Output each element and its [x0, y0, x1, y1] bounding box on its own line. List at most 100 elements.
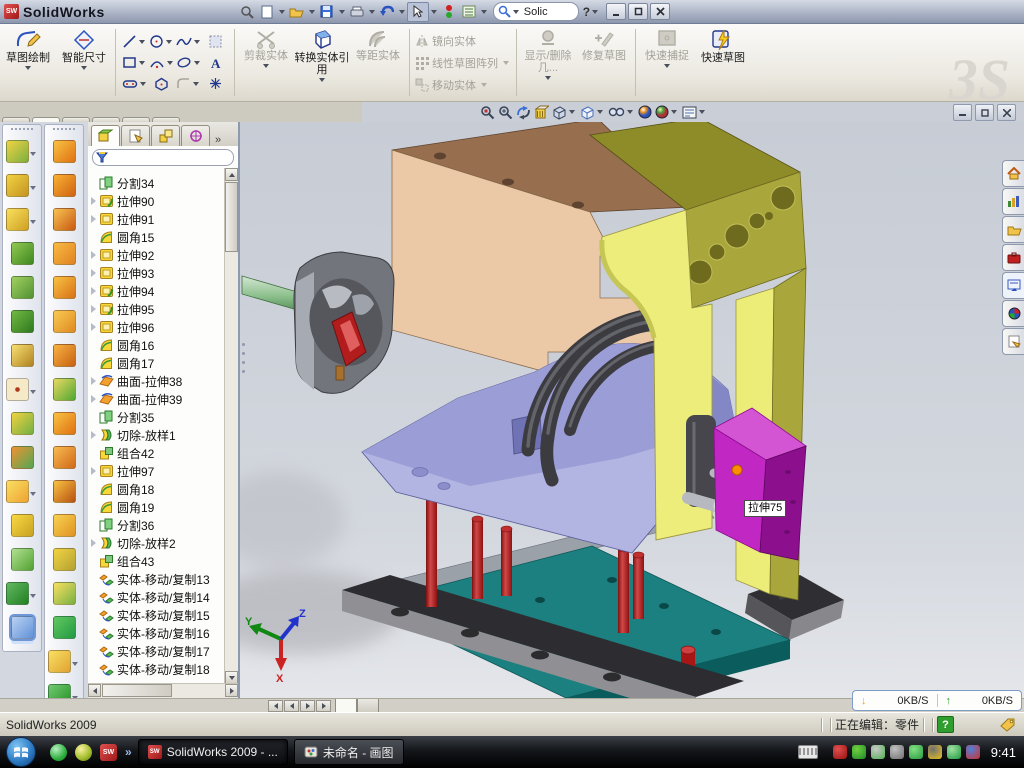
feature-tree-item-7[interactable]: 拉伸95 [88, 300, 225, 318]
resources-tab[interactable] [1002, 188, 1024, 215]
expand-arrow-icon[interactable] [88, 395, 98, 403]
tray-icon-5[interactable] [928, 745, 942, 759]
feature-tree-item-23[interactable]: 实体-移动/复制14 [88, 588, 225, 606]
tree-vertical-scrollbar[interactable] [224, 168, 238, 684]
linear-pattern-button[interactable]: 线性草图阵列 [415, 53, 511, 73]
panel-splitter[interactable] [240, 335, 246, 381]
expand-arrow-icon[interactable] [88, 431, 98, 439]
feature-tree-item-25[interactable]: 实体-移动/复制16 [88, 624, 225, 642]
tree-filter-input[interactable] [92, 149, 234, 166]
menu-2[interactable] [151, 9, 167, 15]
tray-icon-7[interactable] [966, 745, 980, 759]
expand-arrow-icon[interactable] [88, 197, 98, 205]
options-checklist-icon[interactable] [459, 3, 479, 21]
features-tool-10[interactable] [6, 480, 38, 508]
heads-up-tool-7[interactable] [638, 105, 652, 119]
select-region-tool[interactable] [202, 31, 229, 52]
features-tool-6[interactable] [11, 344, 34, 372]
heads-up-tool-5[interactable] [580, 105, 605, 120]
configuration-manager-tab[interactable] [151, 125, 180, 146]
feature-tree-item-4[interactable]: 拉伸92 [88, 246, 225, 264]
circle-tool[interactable] [148, 31, 175, 52]
model-tab-0[interactable] [335, 699, 357, 713]
feature-tree-item-13[interactable]: 分割35 [88, 408, 225, 426]
expand-arrow-icon[interactable] [88, 251, 98, 259]
point-tool[interactable] [202, 73, 229, 94]
surfaces-tool-14[interactable] [53, 616, 76, 644]
doc-minimize-button[interactable] [953, 104, 972, 121]
traffic-light-icon[interactable] [439, 3, 459, 21]
heads-up-tool-2[interactable] [516, 105, 531, 120]
menu-6[interactable] [215, 9, 231, 15]
print-icon[interactable] [347, 3, 367, 21]
quick-sketch-button[interactable]: 快速草图 [695, 24, 751, 101]
quick-launch-messenger-icon[interactable] [50, 744, 67, 761]
surfaces-tool-4[interactable] [53, 276, 76, 304]
features-tool-3[interactable] [11, 242, 34, 270]
last-tab-button[interactable] [316, 700, 331, 712]
mirror-entities-button[interactable]: 镜向实体 [415, 31, 511, 51]
first-tab-button[interactable] [268, 700, 283, 712]
prev-tab-button[interactable] [284, 700, 299, 712]
model-tab-1[interactable] [357, 699, 379, 713]
convert-entities-button[interactable]: 转换实体引用 [294, 24, 350, 101]
expand-arrow-icon[interactable] [88, 215, 98, 223]
feature-tree-item-16[interactable]: 拉伸97 [88, 462, 225, 480]
feature-tree-item-19[interactable]: 分割36 [88, 516, 225, 534]
input-method-icon[interactable] [798, 745, 818, 759]
surfaces-tool-1[interactable] [53, 174, 76, 202]
trim-entities-button[interactable]: 剪裁实体 [238, 24, 294, 101]
tray-icon-2[interactable] [871, 745, 885, 759]
quick-snap-button[interactable]: 快速捕捉 [639, 24, 695, 101]
start-button[interactable] [6, 737, 36, 767]
expand-arrow-icon[interactable] [88, 377, 98, 385]
feature-tree-item-14[interactable]: 切除-放样1 [88, 426, 225, 444]
sketch-button[interactable]: 草图绘制 [0, 24, 56, 101]
feature-tree-item-17[interactable]: 圆角18 [88, 480, 225, 498]
feature-tree-item-10[interactable]: 圆角17 [88, 354, 225, 372]
save-icon[interactable] [317, 3, 337, 21]
design-library-tab[interactable] [1002, 216, 1024, 243]
new-document-icon[interactable] [257, 3, 277, 21]
heads-up-tool-3[interactable] [534, 105, 549, 120]
features-tool-5[interactable] [11, 310, 34, 338]
resources-home-tab[interactable] [1002, 160, 1024, 187]
repair-sketch-button[interactable]: + 修复草图 [576, 24, 632, 101]
menu-4[interactable] [183, 9, 199, 15]
expand-arrow-icon[interactable] [88, 305, 98, 313]
feature-tree-item-6[interactable]: 拉伸94 [88, 282, 225, 300]
dimxpert-manager-tab[interactable] [181, 125, 210, 146]
features-tool-14[interactable] [11, 616, 34, 644]
close-button[interactable] [650, 3, 670, 20]
heads-up-tool-0[interactable] [480, 105, 495, 120]
tray-icon-4[interactable] [909, 745, 923, 759]
feature-tree-item-9[interactable]: 圆角16 [88, 336, 225, 354]
heads-up-tool-4[interactable] [552, 105, 577, 120]
quick-tips-button[interactable]: ? [937, 716, 954, 733]
tree-horizontal-scrollbar[interactable] [88, 683, 238, 698]
select-arrow-icon[interactable] [407, 2, 429, 22]
panel-overflow-button[interactable]: » [215, 134, 221, 146]
ellipse-tool[interactable] [175, 52, 202, 73]
scroll-left-button[interactable] [88, 684, 101, 697]
move-entities-button[interactable]: 移动实体 [415, 75, 511, 95]
features-tool-1[interactable] [6, 174, 38, 202]
features-tool-12[interactable] [11, 548, 34, 576]
feature-tree-item-18[interactable]: 圆角19 [88, 498, 225, 516]
feature-tree-item-2[interactable]: 拉伸91 [88, 210, 225, 228]
taskbar-window-0[interactable]: SW SolidWorks 2009 - ... [138, 739, 288, 765]
toolbar-grip[interactable] [53, 128, 75, 134]
feature-tree-item-0[interactable]: 分割34 [88, 174, 225, 192]
expand-arrow-icon[interactable] [88, 323, 98, 331]
feature-tree-item-5[interactable]: 拉伸93 [88, 264, 225, 282]
expand-arrow-icon[interactable] [88, 539, 98, 547]
feature-tree-item-26[interactable]: 实体-移动/复制17 [88, 642, 225, 660]
menu-3[interactable] [167, 9, 183, 15]
open-icon[interactable] [287, 3, 307, 21]
display-delete-relations-button[interactable]: 显示/删除几... [520, 24, 576, 101]
search-box[interactable]: Solic [493, 2, 579, 21]
spline-tool[interactable] [175, 31, 202, 52]
features-tool-9[interactable] [11, 446, 34, 474]
surfaces-tool-9[interactable] [53, 446, 76, 474]
surfaces-tool-11[interactable] [53, 514, 76, 542]
